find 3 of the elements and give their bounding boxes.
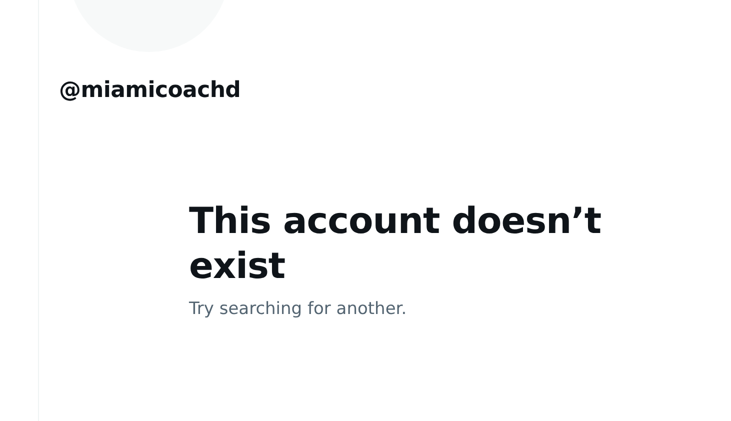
profile-handle: @miamicoachd: [59, 78, 242, 103]
empty-state-title: This account doesn’t exist: [189, 200, 602, 289]
empty-state-subtitle: Try searching for another.: [189, 299, 408, 319]
